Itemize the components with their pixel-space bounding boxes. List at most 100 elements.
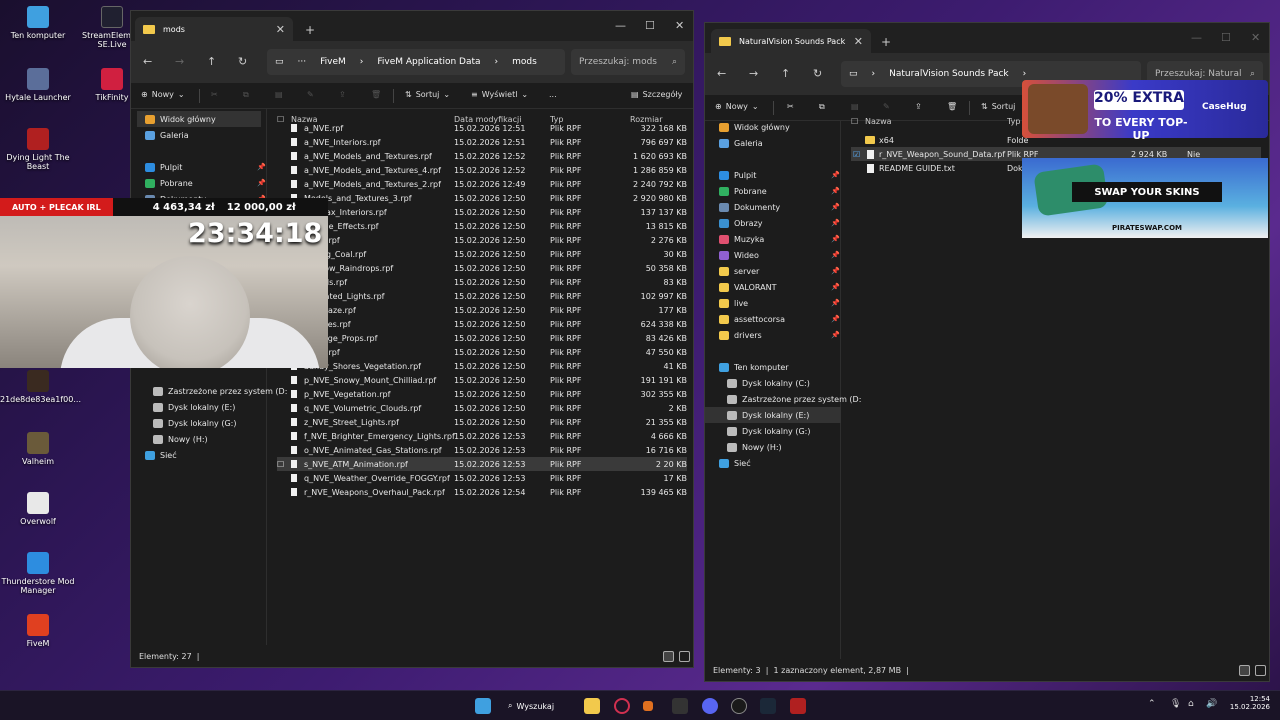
new-button[interactable]: ⊕ Nowy ⌄ (715, 102, 759, 111)
share-icon[interactable]: ⇪ (915, 102, 922, 111)
sidebar-item-this-pc[interactable]: Ten komputer (719, 359, 789, 375)
sidebar-item-drive-g[interactable]: Dysk lokalny (G:) (727, 423, 810, 439)
table-row[interactable]: a_NVE_Models_and_Textures_4.rpf 15.02.202… (277, 163, 687, 177)
details-button[interactable]: ▤ Szczegóły (631, 90, 682, 99)
col-name[interactable]: Nazwa (865, 117, 892, 126)
tab-mods[interactable]: mods ✕ (135, 17, 293, 41)
sidebar-item-desktop[interactable]: Pulpit (145, 159, 182, 175)
sidebar-item-downloads[interactable]: Pobrane (145, 175, 193, 191)
breadcrumb[interactable]: ▭ ··· FiveM › FiveM Application Data › mods (267, 49, 565, 75)
sidebar-item-drive-d[interactable]: Zastrzeżone przez system (D: (727, 391, 861, 407)
tiles-view-icon[interactable] (1255, 665, 1266, 676)
maximize-icon[interactable]: ☐ (1221, 31, 1231, 44)
tab-naturalvision[interactable]: NaturalVision Sounds Pack ✕ (711, 29, 871, 53)
sidebar-item-gallery[interactable]: Galeria (145, 127, 189, 143)
table-row[interactable]: Carcols.rpf15.02.2026 12:50Plik RPF83 KB (277, 275, 687, 289)
minimize-icon[interactable]: — (615, 19, 626, 32)
sidebar-item-drivers[interactable]: drivers (719, 327, 762, 343)
table-row[interactable]: Sandy_Shores_Vegetation.rpf 15.02.2026 12… (277, 359, 687, 373)
sidebar-item-home[interactable]: Widok główny (719, 119, 790, 135)
sidebar-item-downloads[interactable]: Pobrane (719, 183, 767, 199)
rename-icon[interactable]: ✎ (307, 90, 314, 99)
sidebar-item-server[interactable]: server (719, 263, 759, 279)
table-row[interactable]: ☐ s_NVE_ATM_Animation.rpf 15.02.2026 12:53… (277, 457, 687, 471)
up-icon[interactable]: ↑ (207, 55, 216, 68)
sidebar-item-drive-d[interactable]: Zastrzeżone przez system (D: (153, 383, 287, 399)
sidebar-item-drive-c[interactable]: Dysk lokalny (C:) (727, 375, 810, 391)
sidebar-item-network[interactable]: Sieć (719, 455, 751, 471)
microphone-icon[interactable]: 🎙 (1170, 699, 1181, 709)
table-row[interactable]: f_NVE_Brighter_Emergency_Lights.rpf 15.02… (277, 429, 687, 443)
new-tab-icon[interactable]: + (881, 35, 891, 49)
chrome-icon[interactable] (731, 698, 747, 714)
cut-icon[interactable]: ✂ (787, 102, 794, 111)
delete-icon[interactable]: 🗑 (371, 90, 381, 99)
sort-button[interactable]: ⇅ Sortuj (981, 102, 1015, 111)
sidebar-item-gallery[interactable]: Galeria (719, 135, 763, 151)
table-row[interactable]: Window_Raindrops.rpf 15.02.2026 12:50 Plik… (277, 261, 687, 275)
back-icon[interactable]: ← (717, 67, 726, 80)
crumb-naturalvision[interactable]: NaturalVision Sounds Pack (889, 69, 1009, 79)
streaming-app-icon[interactable] (790, 698, 806, 714)
search-button[interactable]: ⌕ Wyszukaj (508, 698, 554, 714)
minimize-icon[interactable]: — (1191, 31, 1202, 44)
back-icon[interactable]: ← (143, 55, 152, 68)
table-row[interactable]: p_NVE_Vegetation.rpf 15.02.2026 12:50 Plik… (277, 387, 687, 401)
rename-icon[interactable]: ✎ (883, 102, 890, 111)
new-tab-icon[interactable]: + (305, 23, 315, 37)
steam-icon[interactable] (760, 698, 776, 714)
share-icon[interactable]: ⇪ (339, 90, 346, 99)
table-row[interactable]: Props.rpf15.02.2026 12:50Plik RPF2 276 K… (277, 233, 687, 247)
valheim-desktop-icon[interactable]: Valheim (0, 432, 76, 466)
table-row[interactable]: Particle_Effects.rpf 15.02.2026 12:50 Plik… (277, 219, 687, 233)
start-icon[interactable] (475, 698, 491, 714)
table-row[interactable]: a_NVE_Models_and_Textures.rpf 15.02.2026 … (277, 149, 687, 163)
table-row[interactable]: Props.rpf15.02.2026 12:50Plik RPF47 550 … (277, 345, 687, 359)
col-type[interactable]: Typ (1007, 117, 1020, 126)
sidebar-item-pictures[interactable]: Obrazy (719, 215, 763, 231)
sidebar-item-drive-e[interactable]: Dysk lokalny (E:) (705, 407, 841, 423)
sidebar-item-documents[interactable]: Dokumenty (719, 199, 780, 215)
paste-icon[interactable]: ▤ (275, 90, 283, 99)
ad-banner-top[interactable]: 20% EXTRA TO EVERY TOP-UP CaseHug (1022, 80, 1268, 142)
this-pc-desktop-icon[interactable]: Ten komputer (0, 6, 76, 40)
copy-icon[interactable]: ⧉ (243, 90, 249, 100)
table-row[interactable]: p_NVE_Snowy_Mount_Chilliad.rpf 15.02.2026… (277, 373, 687, 387)
new-button[interactable]: ⊕ Nowy ⌄ (141, 90, 185, 99)
dying-light-desktop-icon[interactable]: Dying Light The Beast (0, 128, 76, 171)
table-row[interactable]: Parallax_Interiors.rpf 15.02.2026 12:50 Pl… (277, 205, 687, 219)
cut-icon[interactable]: ✂ (211, 90, 218, 99)
opera-icon[interactable] (614, 698, 630, 714)
sidebar-item-live[interactable]: live (719, 295, 748, 311)
sidebar-item-desktop[interactable]: Pulpit (719, 167, 756, 183)
forward-icon[interactable]: → (749, 67, 758, 80)
table-row[interactable]: z_NVE_Street_Lights.rpf 15.02.2026 12:50 P… (277, 415, 687, 429)
search-input[interactable]: Przeszukaj: mods ⌕ (571, 49, 685, 75)
sidebar-item-drive-h[interactable]: Nowy (H:) (153, 431, 208, 447)
sidebar-item-assettocorsa[interactable]: assettocorsa (719, 311, 785, 327)
details-view-icon[interactable] (663, 651, 674, 662)
sidebar-item-videos[interactable]: Wideo (719, 247, 759, 263)
sidebar-item-valorant[interactable]: VALORANT (719, 279, 776, 295)
crumb-appdata[interactable]: FiveM Application Data (377, 57, 480, 67)
copy-icon[interactable]: ⧉ (819, 102, 825, 112)
table-row[interactable]: o_NVE_Animated_Gas_Stations.rpf 15.02.202… (277, 443, 687, 457)
close-window-icon[interactable]: ✕ (675, 19, 684, 32)
tiles-view-icon[interactable] (679, 651, 690, 662)
refresh-icon[interactable]: ↻ (813, 67, 822, 80)
sidebar-item-drive-e[interactable]: Dysk lokalny (E:) (153, 399, 235, 415)
table-row[interactable]: q_NVE_Volumetric_Clouds.rpf 15.02.2026 12… (277, 401, 687, 415)
table-row[interactable]: Vehicles.rpf15.02.2026 12:50Plik RPF624 … (277, 317, 687, 331)
more-options-button[interactable]: ... (549, 90, 557, 99)
close-tab-icon[interactable]: ✕ (276, 23, 285, 36)
table-row[interactable]: Damage_Props.rpf 15.02.2026 12:50 Plik RPF… (277, 331, 687, 345)
table-row[interactable]: Models_and_Textures_3.rpf 15.02.2026 12:5… (277, 191, 687, 205)
table-row[interactable]: Rolling_Coal.rpf 15.02.2026 12:50 Plik RPF… (277, 247, 687, 261)
paste-icon[interactable]: ▤ (851, 102, 859, 111)
discord-icon[interactable] (702, 698, 718, 714)
crumb-fivem[interactable]: FiveM (320, 57, 346, 67)
hytale-desktop-icon[interactable]: Hytale Launcher (0, 68, 76, 102)
row-checkbox[interactable]: ☐ (277, 460, 284, 469)
sidebar-item-drive-g[interactable]: Dysk lokalny (G:) (153, 415, 236, 431)
table-row[interactable]: q_NVE_Weather_Override_FOGGY.rpf 15.02.20… (277, 471, 687, 485)
